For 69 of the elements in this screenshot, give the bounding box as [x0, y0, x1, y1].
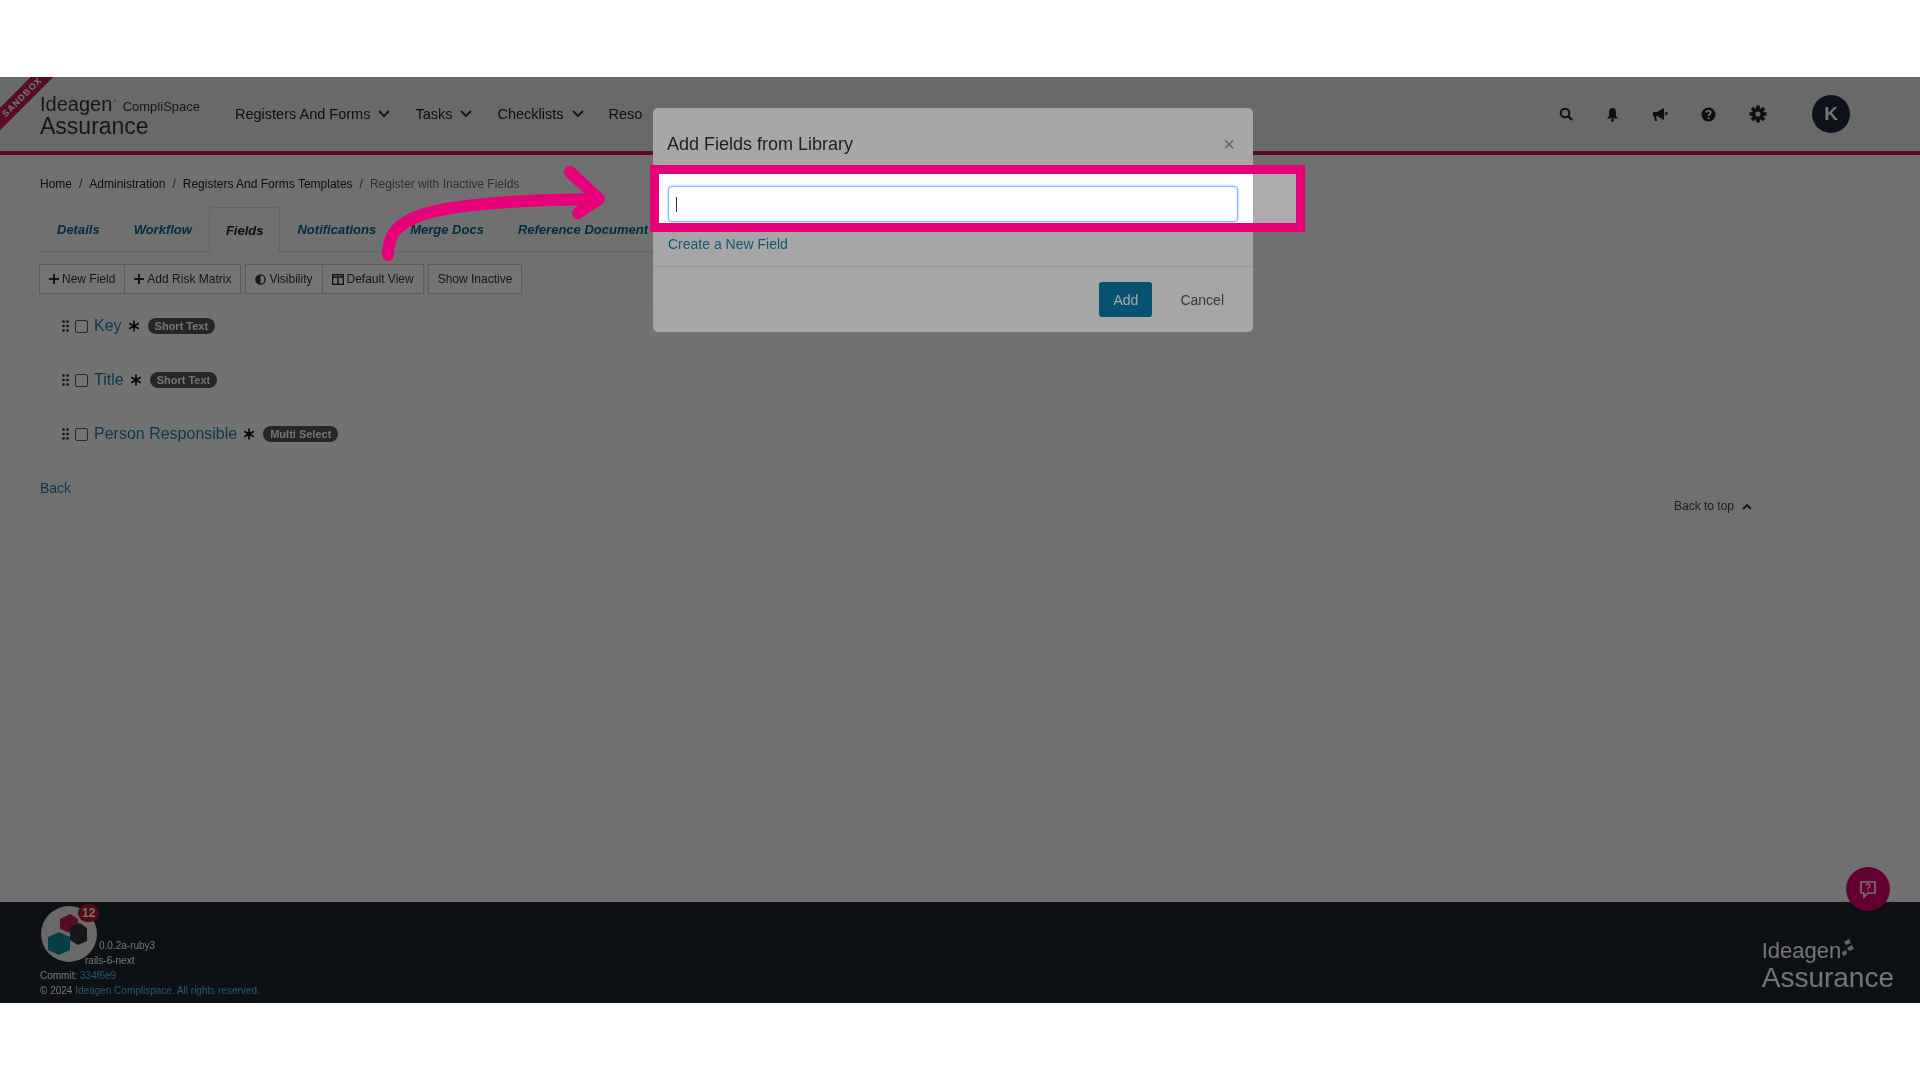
field-type-badge: Short Text	[149, 372, 218, 388]
field-name-link[interactable]: Key	[94, 317, 122, 335]
breadcrumb-separator: /	[172, 177, 176, 191]
nav-menu-item[interactable]: Checklists	[497, 106, 584, 122]
drag-handle-icon[interactable]	[62, 320, 69, 332]
commit-link[interactable]: 334f6e9	[80, 970, 117, 981]
tab[interactable]: Merge Docs	[393, 207, 501, 251]
field-name-link[interactable]: Title	[94, 371, 124, 389]
close-button[interactable]: ×	[1219, 132, 1239, 156]
toolbar-button[interactable]: Visibility	[245, 264, 323, 294]
current-page-text: Register with Inactive Fields	[369, 177, 520, 191]
logo-brand: Ideagen	[40, 94, 113, 114]
tab[interactable]: Fields	[208, 207, 281, 252]
columns-icon	[331, 273, 344, 285]
chat-help-button[interactable]	[1846, 867, 1890, 911]
breadcrumb-link[interactable]: Registers And Forms Templates	[182, 177, 353, 191]
tab[interactable]: Workflow	[116, 207, 209, 251]
settings-icon[interactable]	[1749, 105, 1767, 123]
company-link[interactable]: Ideagen Complispace. All rights reserved.	[75, 985, 260, 996]
user-avatar[interactable]: K	[1812, 95, 1850, 133]
tab[interactable]: Details	[40, 207, 117, 251]
contrast-icon	[255, 273, 267, 285]
chevron-down-icon	[378, 110, 391, 118]
toolbar-button[interactable]: Default View	[321, 264, 424, 294]
field-name-link[interactable]: Person Responsible	[94, 425, 238, 443]
field-type-badge: Short Text	[147, 318, 216, 334]
megaphone-icon[interactable]	[1652, 106, 1668, 122]
search-field[interactable]	[668, 186, 1238, 222]
field-type-badge: Multi Select	[263, 426, 339, 442]
toolbar-button[interactable]: Show Inactive	[427, 264, 523, 294]
create-field-link[interactable]: Create a New Field	[668, 236, 1238, 252]
cancel-button[interactable]: Cancel	[1166, 282, 1238, 317]
tab[interactable]: Notifications	[280, 207, 394, 251]
search-icon[interactable]	[1559, 107, 1573, 121]
logo-product: CompliSpace	[122, 99, 200, 114]
breadcrumb-link[interactable]: Administration	[89, 177, 166, 191]
text-cursor	[676, 197, 677, 212]
bell-icon[interactable]	[1606, 106, 1619, 122]
chevron-down-icon	[460, 110, 473, 118]
checkbox[interactable]	[75, 319, 88, 333]
footer-logo-name: Assurance	[1761, 963, 1894, 993]
breadcrumb-separator: /	[79, 177, 83, 191]
toolbar-button[interactable]: New Field	[39, 264, 126, 294]
drag-handle-icon[interactable]	[62, 374, 69, 386]
nav-menu-item[interactable]: Reso	[608, 106, 643, 122]
notification-badge: 12	[78, 904, 100, 922]
help-icon[interactable]	[1701, 106, 1716, 122]
plus-icon	[49, 274, 59, 284]
branch-text: rails-6-next	[85, 954, 135, 968]
chevron-down-icon	[571, 110, 584, 118]
modal-title: Add Fields from Library	[667, 133, 854, 155]
plus-icon	[134, 274, 145, 284]
checkbox[interactable]	[75, 427, 88, 441]
version-text: 0.0.2a-ruby3	[99, 939, 156, 953]
chevron-up-icon	[1742, 502, 1752, 510]
checkbox[interactable]	[75, 373, 88, 387]
toolbar-button[interactable]: Add Risk Matrix	[124, 264, 242, 294]
back-link[interactable]: Back	[40, 480, 1247, 496]
breadcrumb-link[interactable]: Home	[40, 177, 72, 191]
footer-logo-brand: Ideagen	[1761, 939, 1842, 963]
add-button[interactable]: Add	[1099, 282, 1153, 317]
drag-handle-icon[interactable]	[62, 428, 69, 440]
nav-menu-item[interactable]: Registers And Forms	[235, 106, 391, 122]
back-to-top-link[interactable]: Back to top	[1673, 498, 1752, 514]
copyright-text: © 2024	[40, 985, 73, 996]
logo-name: Assurance	[40, 114, 149, 138]
nav-menu-item[interactable]: Tasks	[415, 106, 473, 122]
commit-label: Commit:	[40, 970, 78, 981]
breadcrumb-separator: /	[359, 177, 363, 191]
